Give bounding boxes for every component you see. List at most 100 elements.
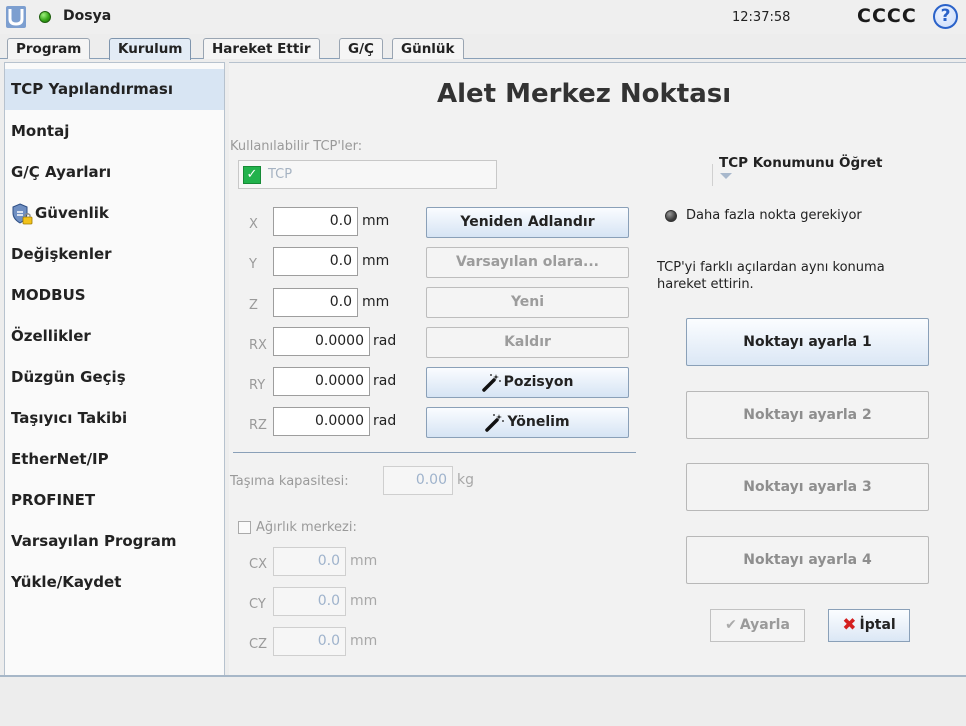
cog-checkbox[interactable] <box>238 521 251 534</box>
section-divider <box>233 452 636 453</box>
payload-unit: kg <box>457 472 474 488</box>
shield-lock-icon <box>12 202 33 224</box>
rename-button[interactable]: Yeniden Adlandır <box>426 207 629 238</box>
sidebar-item-io-setup[interactable]: G/Ç Ayarları <box>5 152 224 193</box>
tab-io[interactable]: G/Ç <box>339 38 383 59</box>
sidebar-item-label: Montaj <box>11 122 70 140</box>
cy-label: CY <box>249 597 266 612</box>
sidebar-item-ethernet-ip[interactable]: EtherNet/IP <box>5 439 224 480</box>
sidebar-item-label: EtherNet/IP <box>11 450 109 468</box>
available-tcps-label: Kullanılabilir TCP'ler: <box>230 139 363 154</box>
sidebar-item-load-save[interactable]: Yükle/Kaydet <box>5 562 224 603</box>
y-label: Y <box>249 257 257 272</box>
sidebar-item-variables[interactable]: Değişkenler <box>5 234 224 275</box>
sidebar-item-default-program[interactable]: Varsayılan Program <box>5 521 224 562</box>
magic-wand-icon <box>481 374 501 392</box>
tab-installation[interactable]: Kurulum <box>109 38 192 60</box>
installation-sidebar: TCP Yapılandırması Montaj G/Ç Ayarları G… <box>4 62 225 676</box>
sidebar-item-label: Yükle/Kaydet <box>11 573 122 591</box>
sidebar-item-label: Güvenlik <box>35 204 109 222</box>
y-unit: mm <box>362 253 390 269</box>
sidebar-item-label: Taşıyıcı Takibi <box>11 409 128 427</box>
sidebar-item-profinet[interactable]: PROFINET <box>5 480 224 521</box>
x-unit: mm <box>362 213 390 229</box>
sidebar-item-label: Değişkenler <box>11 245 112 263</box>
top-bar: Dosya 12:37:58 CCCC ? <box>0 0 966 34</box>
x-label: X <box>249 217 258 232</box>
close-icon: ✖ <box>842 615 857 635</box>
cz-field[interactable]: 0.0 <box>273 627 346 656</box>
ry-field[interactable]: 0.0000 <box>273 367 370 396</box>
cy-unit: mm <box>350 593 378 609</box>
payload-label: Taşıma kapasitesi: <box>230 474 349 489</box>
sidebar-item-modbus[interactable]: MODBUS <box>5 275 224 316</box>
sidebar-item-label: Özellikler <box>11 327 91 345</box>
rz-label: RZ <box>249 418 267 433</box>
y-field[interactable]: 0.0 <box>273 247 358 276</box>
sidebar-item-conveyor-tracking[interactable]: Taşıyıcı Takibi <box>5 398 224 439</box>
set-point-3-button[interactable]: Noktayı ayarla 3 <box>686 463 929 511</box>
sidebar-item-mounting[interactable]: Montaj <box>5 111 224 152</box>
file-menu[interactable]: Dosya <box>63 8 111 24</box>
ur-logo-icon <box>6 6 26 28</box>
tab-program[interactable]: Program <box>7 38 91 59</box>
sidebar-item-label: Düzgün Geçiş <box>11 368 126 386</box>
cancel-button[interactable]: ✖ İptal <box>828 609 910 642</box>
sidebar-item-label: G/Ç Ayarları <box>11 163 112 181</box>
teach-title: TCP Konumunu Öğret <box>719 155 883 171</box>
teach-instruction-line1: TCP'yi farklı açılardan aynı konuma <box>657 260 885 275</box>
orientation-button-label: Yönelim <box>507 414 570 430</box>
cx-field[interactable]: 0.0 <box>273 547 346 576</box>
tab-log[interactable]: Günlük <box>392 38 464 59</box>
set-point-1-button[interactable]: Noktayı ayarla 1 <box>686 318 929 366</box>
position-button[interactable]: Pozisyon <box>426 367 629 398</box>
teach-status: Daha fazla nokta gerekiyor <box>686 208 862 223</box>
rx-field[interactable]: 0.0000 <box>273 327 370 356</box>
tcp-select[interactable]: ✓ TCP <box>238 160 732 189</box>
help-icon[interactable]: ? <box>933 4 958 29</box>
new-button[interactable]: Yeni <box>426 287 629 318</box>
rz-field[interactable]: 0.0000 <box>273 407 370 436</box>
robot-name: CCCC <box>857 5 917 27</box>
orientation-button[interactable]: Yönelim <box>426 407 629 438</box>
rx-unit: rad <box>373 333 397 349</box>
cancel-button-label: İptal <box>859 617 896 633</box>
rz-unit: rad <box>373 413 397 429</box>
payload-field[interactable]: 0.00 <box>383 466 453 495</box>
robot-status-icon[interactable] <box>39 11 51 23</box>
teach-instruction-line2: hareket ettirin. <box>657 277 754 292</box>
cz-unit: mm <box>350 633 378 649</box>
sidebar-item-smooth-transition[interactable]: Düzgün Geçiş <box>5 357 224 398</box>
cz-label: CZ <box>249 637 267 652</box>
z-field[interactable]: 0.0 <box>273 288 358 317</box>
z-label: Z <box>249 298 258 313</box>
apply-button[interactable]: ✔ Ayarla <box>710 609 805 642</box>
remove-button[interactable]: Kaldır <box>426 327 629 358</box>
tcp-select-value: TCP <box>268 167 293 182</box>
cy-field[interactable]: 0.0 <box>273 587 346 616</box>
apply-button-label: Ayarla <box>739 617 790 633</box>
cog-label: Ağırlık merkezi: <box>256 520 357 535</box>
sidebar-item-features[interactable]: Özellikler <box>5 316 224 357</box>
sidebar-item-safety[interactable]: Güvenlik <box>5 193 224 234</box>
tab-move[interactable]: Hareket Ettir <box>203 38 320 59</box>
page-title: Alet Merkez Noktası <box>437 79 732 109</box>
x-field[interactable]: 0.0 <box>273 207 358 236</box>
sidebar-item-label: PROFINET <box>11 491 96 509</box>
clock: 12:37:58 <box>732 10 791 25</box>
cx-unit: mm <box>350 553 378 569</box>
set-point-2-button[interactable]: Noktayı ayarla 2 <box>686 391 929 439</box>
sidebar-item-label: TCP Yapılandırması <box>11 80 173 98</box>
set-point-4-button[interactable]: Noktayı ayarla 4 <box>686 536 929 584</box>
sidebar-item-label: MODBUS <box>11 286 86 304</box>
sidebar-item-label: Varsayılan Program <box>11 532 177 550</box>
set-default-button[interactable]: Varsayılan olara... <box>426 247 629 278</box>
status-indicator-icon <box>665 210 677 222</box>
ry-label: RY <box>249 378 266 393</box>
z-unit: mm <box>362 294 390 310</box>
sidebar-item-tcp-config[interactable]: TCP Yapılandırması <box>5 69 224 110</box>
rx-label: RX <box>249 338 267 353</box>
bottom-divider <box>0 675 966 677</box>
cx-label: CX <box>249 557 267 572</box>
check-icon: ✔ <box>725 617 737 633</box>
